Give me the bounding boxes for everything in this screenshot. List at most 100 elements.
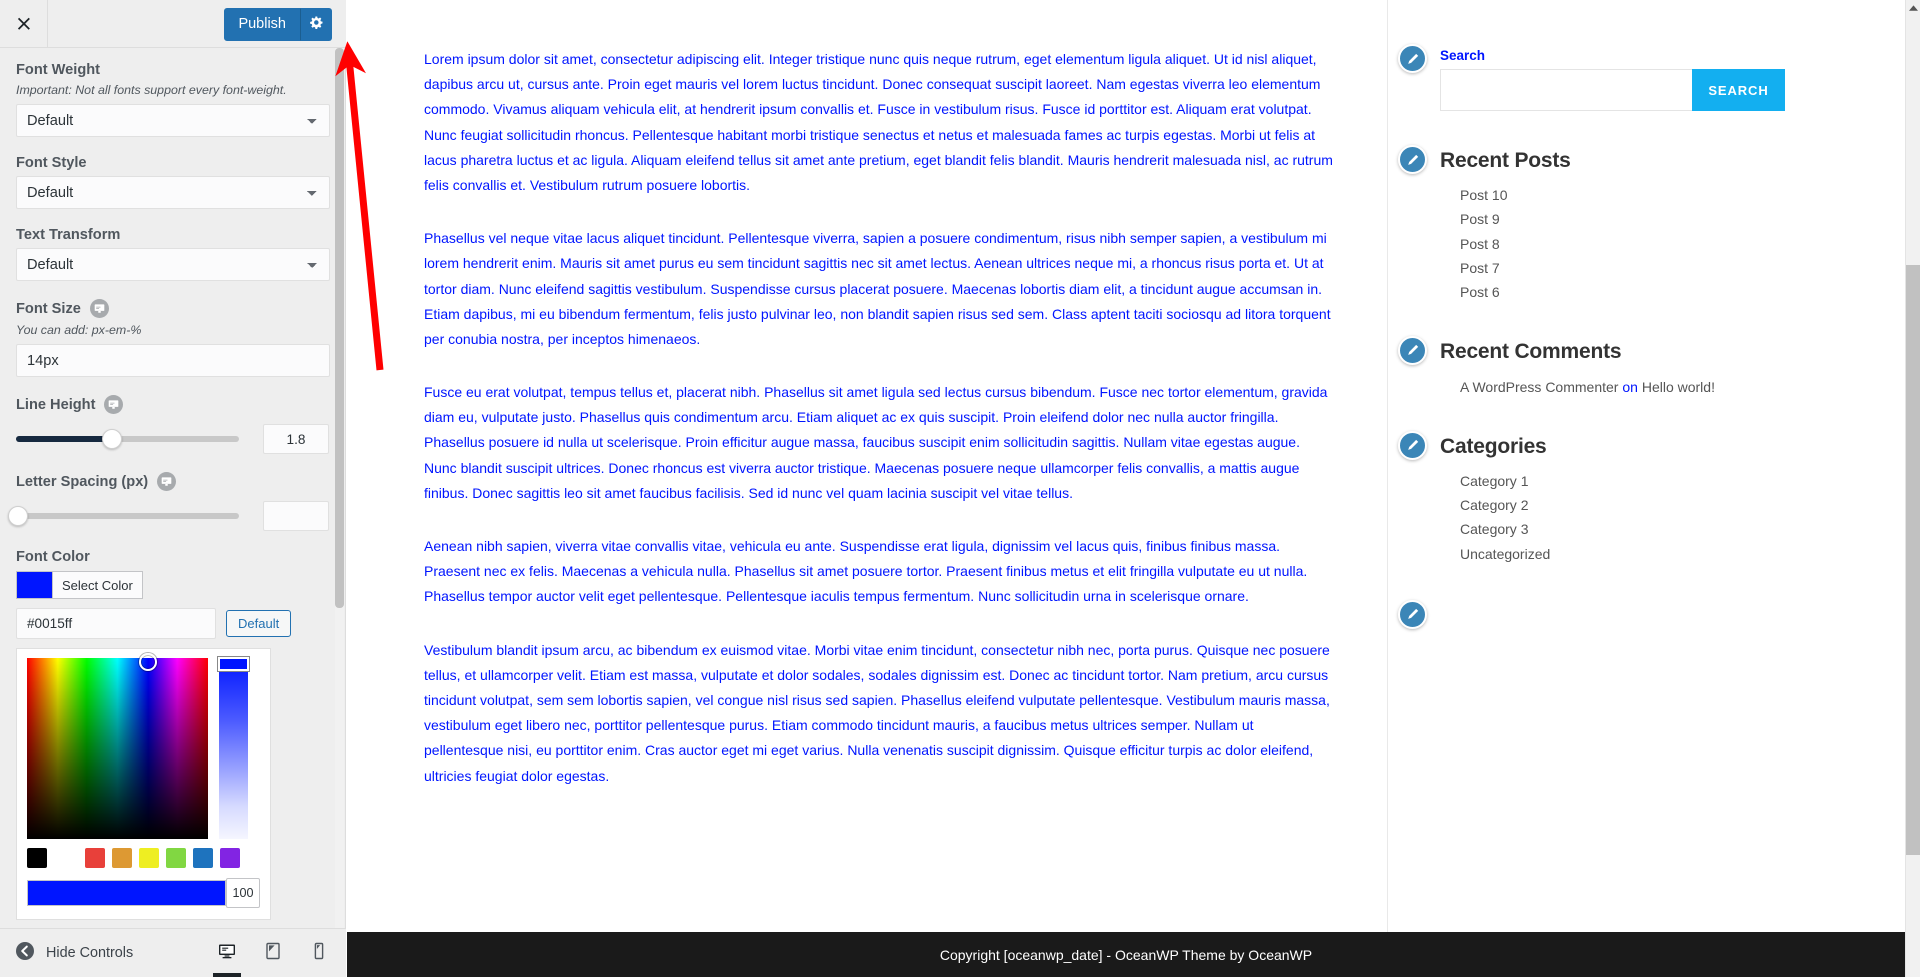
- scrollbar-up-arrow-icon[interactable]: [1906, 0, 1920, 17]
- hide-controls-label: Hide Controls: [46, 945, 134, 961]
- edit-pencil-icon[interactable]: [1398, 430, 1427, 460]
- list-item[interactable]: Post 7: [1460, 259, 1905, 278]
- close-customizer-button[interactable]: [0, 0, 48, 47]
- chevron-left-circle-icon: [15, 941, 35, 966]
- text-transform-select[interactable]: Default: [16, 248, 330, 281]
- site-content: Lorem ipsum dolor sit amet, consectetur …: [347, 0, 1905, 932]
- font-weight-select[interactable]: Default: [16, 104, 330, 137]
- device-preview-buttons: [210, 938, 336, 977]
- hue-slider-handle[interactable]: [218, 657, 249, 671]
- palette-swatch-black[interactable]: [27, 848, 47, 868]
- widget-title-categories: Categories: [1440, 434, 1547, 458]
- palette-swatch-orange[interactable]: [112, 848, 132, 868]
- mobile-icon: [309, 941, 329, 966]
- control-font-style: Font Style Default: [16, 155, 330, 209]
- customizer-header: Publish: [0, 0, 346, 48]
- letter-spacing-value[interactable]: [263, 501, 329, 531]
- saturation-cursor[interactable]: [139, 652, 158, 671]
- line-height-slider[interactable]: [16, 429, 239, 449]
- list-item[interactable]: Category 3: [1460, 520, 1905, 539]
- customizer-sidebar: Publish Font Weight Important: Not all f…: [0, 0, 346, 977]
- color-palette-row: [27, 848, 260, 868]
- widget-categories: Categories Category 1 Category 2 Categor…: [1398, 430, 1905, 564]
- saturation-value-area[interactable]: [27, 652, 208, 839]
- control-font-color: Font Color Select Color Default: [16, 549, 330, 920]
- control-letter-spacing: Letter Spacing (px): [8, 472, 330, 531]
- widget-recent-posts: Recent Posts Post 10 Post 9 Post 8 Post …: [1398, 145, 1905, 303]
- main-article-column: Lorem ipsum dolor sit amet, consectetur …: [347, 0, 1387, 932]
- recent-comment-item: A WordPress Commenter on Hello world!: [1440, 377, 1905, 398]
- edit-pencil-icon[interactable]: [1398, 44, 1427, 73]
- publish-settings-button[interactable]: [300, 8, 332, 41]
- responsive-device-icon[interactable]: [89, 299, 109, 318]
- recent-posts-list: Post 10 Post 9 Post 8 Post 7 Post 6: [1440, 186, 1905, 303]
- edit-pencil-icon[interactable]: [1398, 335, 1427, 365]
- device-button-mobile[interactable]: [302, 938, 336, 968]
- font-style-select[interactable]: Default: [16, 176, 330, 209]
- line-height-slider-fill: [16, 436, 112, 442]
- customizer-footer: Hide Controls: [0, 928, 346, 977]
- letter-spacing-slider-handle[interactable]: [8, 506, 28, 526]
- site-preview-frame: Lorem ipsum dolor sit amet, consectetur …: [347, 0, 1920, 977]
- widget-title-search: Search: [1440, 48, 1486, 63]
- palette-swatch-yellow[interactable]: [139, 848, 159, 868]
- list-item[interactable]: Category 1: [1460, 472, 1905, 491]
- article-paragraph: Fusce eu erat volutpat, tempus tellus et…: [424, 384, 1328, 501]
- list-item[interactable]: Post 8: [1460, 235, 1905, 254]
- alpha-value[interactable]: 100: [226, 878, 260, 908]
- edit-pencil-icon[interactable]: [1398, 145, 1427, 174]
- list-item[interactable]: Post 9: [1460, 210, 1905, 229]
- sidebar-scrollbar-thumb[interactable]: [335, 48, 344, 608]
- list-item[interactable]: Post 6: [1460, 283, 1905, 302]
- preview-scrollbar[interactable]: [1905, 0, 1920, 977]
- device-button-tablet[interactable]: [256, 938, 290, 968]
- line-height-label: Line Height: [16, 396, 96, 413]
- line-height-slider-handle[interactable]: [101, 429, 122, 449]
- select-color-button[interactable]: Select Color: [52, 571, 143, 599]
- comment-author[interactable]: A WordPress Commenter: [1460, 379, 1618, 395]
- sidebar-widget-area: Search SEARCH Recent Posts Post 10 Post …: [1387, 0, 1905, 932]
- comment-post-title[interactable]: Hello world!: [1642, 379, 1715, 395]
- palette-swatch-green[interactable]: [166, 848, 186, 868]
- hue-slider[interactable]: [218, 657, 249, 839]
- preview-scrollbar-thumb[interactable]: [1906, 265, 1920, 855]
- article-paragraph: Vestibulum blandit ipsum arcu, ac bibend…: [424, 641, 1330, 784]
- font-size-label: Font Size: [16, 300, 81, 317]
- list-item[interactable]: Post 10: [1460, 186, 1905, 205]
- hex-color-input[interactable]: [16, 608, 216, 639]
- letter-spacing-slider[interactable]: [8, 506, 239, 526]
- palette-swatch-purple[interactable]: [220, 848, 240, 868]
- publish-button[interactable]: Publish: [224, 8, 300, 41]
- search-input[interactable]: [1440, 69, 1692, 111]
- search-submit-button[interactable]: SEARCH: [1692, 69, 1785, 111]
- responsive-device-icon[interactable]: [157, 472, 177, 491]
- alpha-slider[interactable]: [27, 880, 226, 906]
- list-item[interactable]: Category 2: [1460, 496, 1905, 515]
- footer-copyright: Copyright [oceanwp_date] - OceanWP Theme…: [939, 946, 1313, 963]
- hex-value-row: Default: [16, 608, 330, 639]
- widget-title-recent-posts: Recent Posts: [1440, 149, 1571, 172]
- palette-swatch-blue[interactable]: [193, 848, 213, 868]
- widget-recent-comments: Recent Comments A WordPress Commenter on…: [1398, 335, 1905, 398]
- article-paragraph: Aenean nibh sapien, viverra vitae conval…: [424, 538, 1308, 605]
- tablet-icon: [263, 941, 283, 966]
- letter-spacing-label: Letter Spacing (px): [16, 473, 149, 490]
- text-transform-label: Text Transform: [16, 227, 121, 243]
- responsive-device-icon[interactable]: [104, 395, 124, 414]
- palette-swatch-red[interactable]: [85, 848, 105, 868]
- line-height-value[interactable]: 1.8: [263, 424, 329, 454]
- sidebar-scrollbar[interactable]: [335, 48, 344, 928]
- widget-search: Search SEARCH: [1398, 44, 1905, 111]
- publish-button-group[interactable]: Publish: [224, 8, 332, 41]
- color-picker-toggle[interactable]: Select Color: [16, 571, 330, 599]
- font-size-input[interactable]: [16, 344, 330, 377]
- letter-spacing-slider-row: [8, 501, 330, 531]
- site-footer: Copyright [oceanwp_date] - OceanWP Theme…: [347, 932, 1905, 977]
- control-font-size: Font Size You can add: px-em-%: [16, 299, 330, 377]
- list-item[interactable]: Uncategorized: [1460, 545, 1905, 564]
- device-button-desktop[interactable]: [210, 938, 244, 977]
- reset-default-color-button[interactable]: Default: [226, 610, 292, 637]
- edit-pencil-icon[interactable]: [1398, 599, 1427, 629]
- current-color-swatch[interactable]: [16, 571, 52, 599]
- hide-controls-button[interactable]: Hide Controls: [15, 941, 133, 966]
